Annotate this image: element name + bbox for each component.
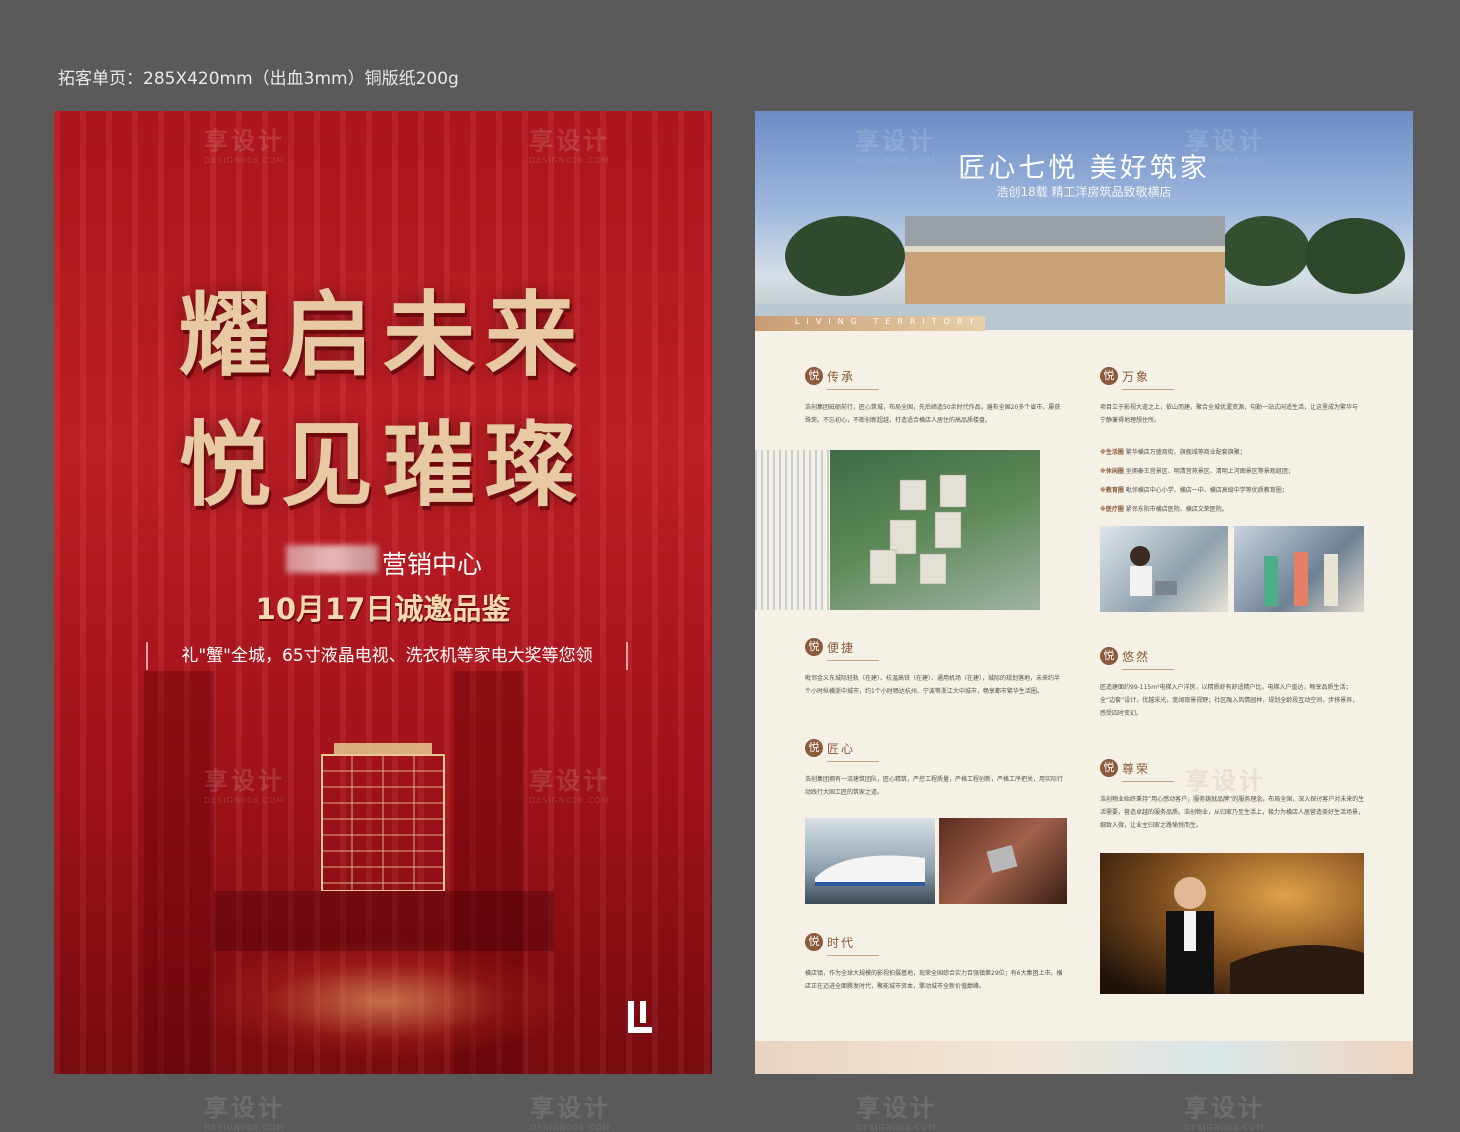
section-zunrong-header: 悦 尊荣	[1100, 759, 1150, 777]
watermark: 享设计 DESIGN006.COM	[204, 127, 285, 165]
hero-title: 匠心七悦 美好筑家	[958, 153, 1210, 184]
yue-badge-icon: 悦	[1100, 759, 1118, 777]
decor-lines	[755, 450, 830, 610]
hero-subtitle: 浩创18载 精工洋房筑品致敬横店	[996, 185, 1172, 199]
section-title: 匠心	[827, 741, 856, 756]
footer-gradient	[755, 1041, 1413, 1074]
watermark: 享设计 DESIGN006.COM	[529, 767, 610, 805]
section-divider	[1122, 389, 1174, 390]
section-chuancheng-header: 悦 传承	[805, 367, 855, 385]
shopping-photo	[1234, 526, 1364, 612]
yue-badge-icon: 悦	[805, 933, 823, 951]
yue-badge-icon: 悦	[805, 367, 823, 385]
section-divider	[827, 761, 879, 762]
concierge-photo	[1100, 853, 1364, 994]
right-flyer: 匠心七悦 美好筑家 浩创18载 精工洋房筑品致敬横店 LIVING TERRIT…	[755, 111, 1413, 1074]
train-photo	[805, 818, 935, 904]
section-shidai-header: 悦 时代	[805, 933, 855, 951]
blurred-project-name	[286, 545, 378, 573]
hero-strip: LIVING TERRITORY	[755, 316, 985, 331]
watermark: 享设计 DESIGN006.COM	[855, 127, 936, 165]
watermark: 享设计 DESIGN006.COM	[1185, 127, 1266, 165]
yue-badge-icon: 悦	[1100, 367, 1118, 385]
section-title: 悠然	[1122, 649, 1151, 664]
section-title: 便捷	[827, 640, 856, 655]
craftsmanship-photo	[939, 818, 1067, 904]
section-divider	[827, 660, 879, 661]
leisure-photo	[1100, 526, 1228, 612]
headline-line2: 悦见璀璨	[178, 411, 587, 519]
marketing-center-label: 营销中心	[382, 550, 483, 579]
list-item: ※医疗圈 紧邻东阳市横店医院、横店文荣医院。	[1100, 506, 1228, 513]
section-bianjie-text: 毗邻金义东城际轻轨（在建）、杭温高铁（在建）、通用机场（在建），城际的规划落地，…	[805, 675, 1061, 695]
section-wanxiang-text: 项目立于影视大道之上，依山而建，聚合全城优渥资源，勾勒一站式闲适生活，让这里成为…	[1100, 404, 1359, 424]
section-divider	[1122, 781, 1174, 782]
brand-logo-icon	[628, 1001, 652, 1033]
list-item: ※生活圈 繁华横店万盛商街、旗舰城等商业配套旗聚；	[1100, 449, 1246, 456]
yue-badge-icon: 悦	[805, 638, 823, 656]
watermark: 享设计 DESIGN006.COM	[530, 1094, 611, 1132]
sales-center-illustration	[755, 216, 1413, 330]
watermark: 享设计 DESIGN006.COM	[204, 767, 285, 805]
section-title: 尊荣	[1122, 761, 1151, 776]
spec-label: 拓客单页：285X420mm（出血3mm）铜版纸200g	[58, 69, 459, 89]
section-jiangxin-header: 悦 匠心	[805, 739, 855, 757]
watermark: 享设计 DESIGN006.COM	[856, 1094, 937, 1132]
section-divider	[827, 955, 879, 956]
section-title: 万象	[1122, 369, 1151, 384]
section-title: 时代	[827, 935, 856, 950]
watermark: 享设计 DESIGN006.COM	[1184, 1094, 1265, 1132]
watermark: 享设计 DESIGN006.COM	[1185, 767, 1266, 805]
invitation-date: 10月17日诚邀品鉴	[255, 592, 511, 626]
gift-line: 礼"蟹"全城，65寸液晶电视、洗衣机等家电大奖等您领	[146, 642, 628, 670]
list-item: ※休闲圈 坐拥秦王宫景区、明清宫苑景区、清明上河图景区等景观组团；	[1100, 468, 1294, 475]
stage-glow	[194, 941, 574, 1061]
section-shidai-text: 横店镇，作为全球大规模的影视拍摄基地，现荣全国综合实力百强镇第29位；有6大集团…	[805, 970, 1063, 990]
aerial-view-image	[830, 450, 1040, 610]
section-chuancheng-text: 浩创集团砥砺前行，匠心筑城，布局全国，先后缔造50余时代作品，遍布全国20多个省…	[805, 404, 1061, 424]
watermark: 享设计 DESIGN006.COM	[529, 127, 610, 165]
section-divider	[1122, 669, 1174, 670]
section-youran-header: 悦 悠然	[1100, 647, 1150, 665]
watermark: 享设计 DESIGN006.COM	[204, 1094, 285, 1132]
left-flyer: 耀启未来 悦见璀璨 营销中心 10月17日诚邀品鉴 礼"蟹"全城，65寸液晶电视…	[54, 111, 712, 1074]
section-jiangxin-text: 浩创集团拥有一流建筑团队，匠心精筑，严控工程质量，严格工程创新，严格工序把关，用…	[805, 776, 1064, 796]
yue-badge-icon: 悦	[805, 739, 823, 757]
headline-line1: 耀启未来	[178, 281, 587, 389]
section-title: 传承	[827, 369, 856, 384]
section-youran-text: 匠造建面约99-115m²电梯入户洋房，以精质舒有舒适精户比，电梯入户直达，畅享…	[1100, 684, 1359, 717]
list-item: ※教育圈 毗邻横店中心小学、横店一中、横店高级中学等优质教育圈；	[1100, 487, 1288, 494]
hero-banner: 匠心七悦 美好筑家 浩创18载 精工洋房筑品致敬横店 LIVING TERRIT…	[755, 111, 1413, 331]
section-bianjie-header: 悦 便捷	[805, 638, 855, 656]
section-divider	[827, 389, 879, 390]
yue-badge-icon: 悦	[1100, 647, 1118, 665]
building-icon	[321, 743, 445, 891]
section-wanxiang-header: 悦 万象	[1100, 367, 1150, 385]
